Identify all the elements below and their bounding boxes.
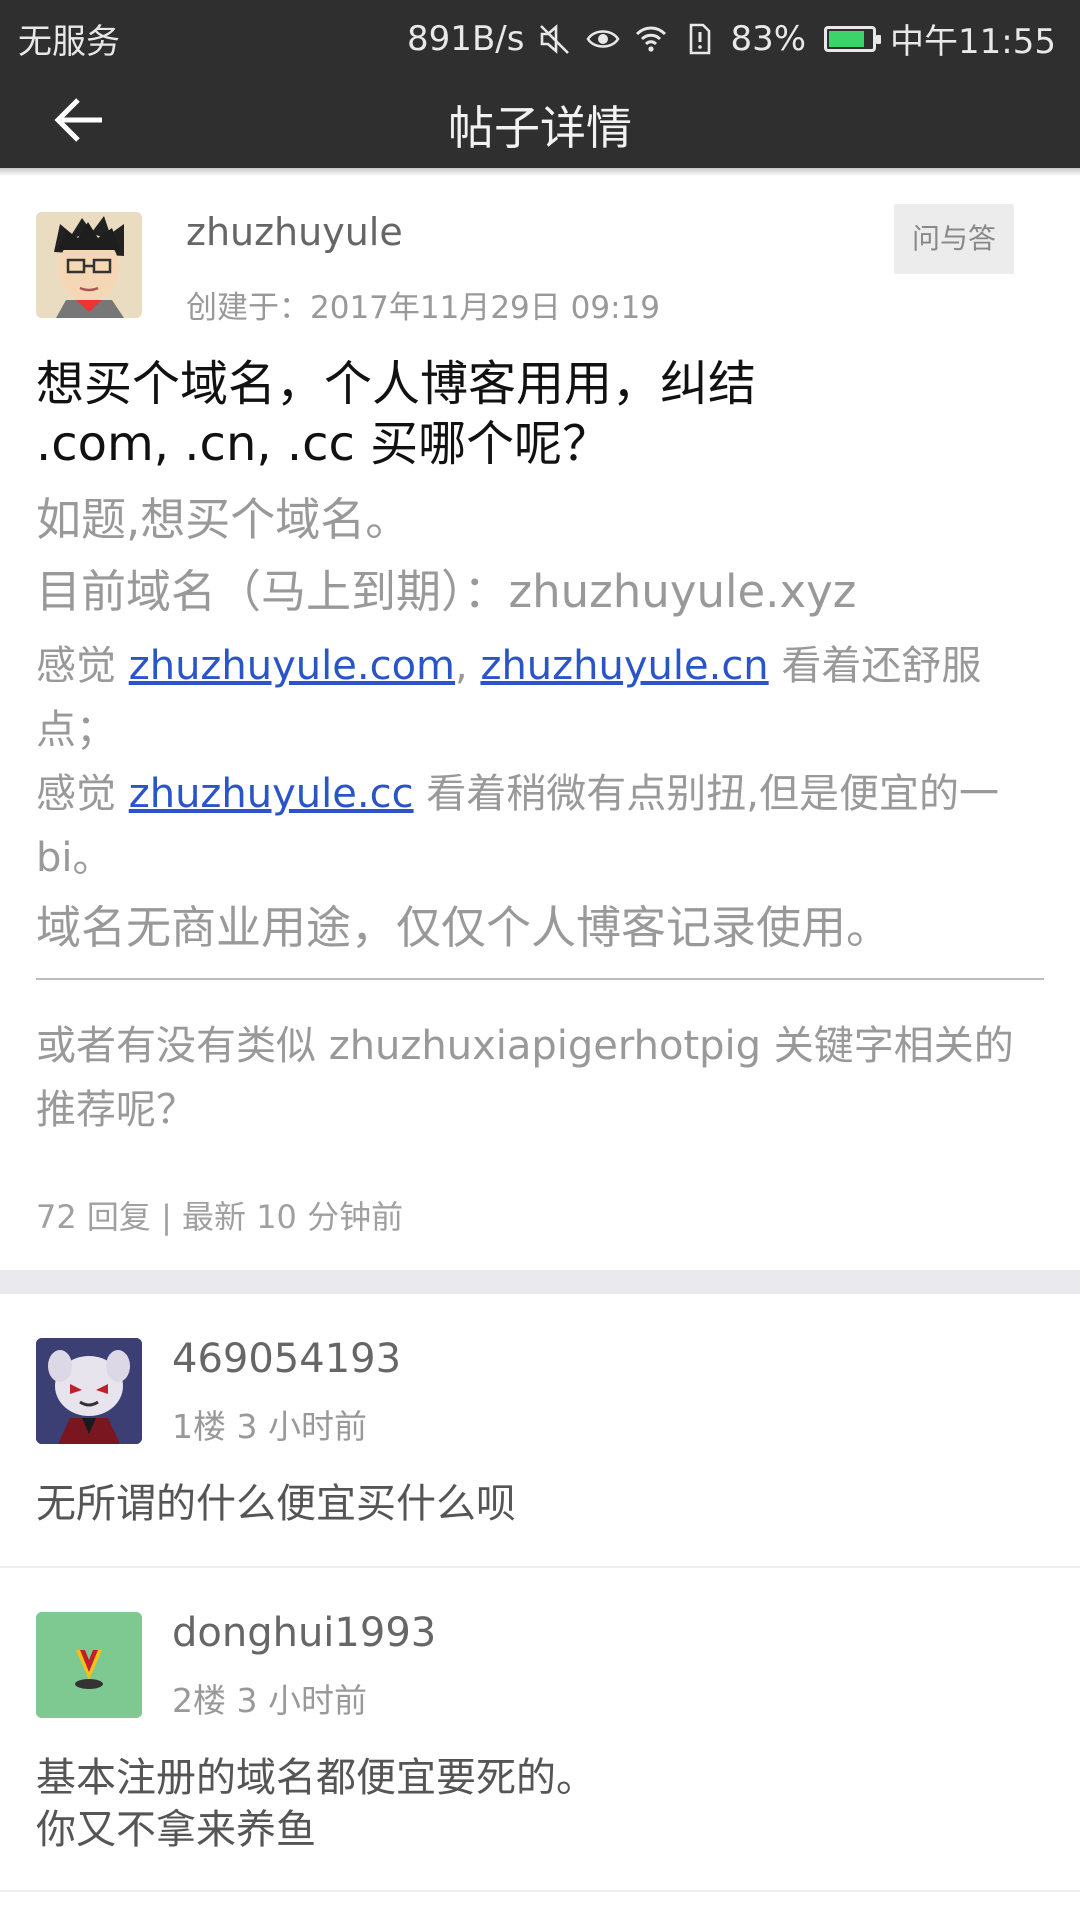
- post-created-time: 创建于：2017年11月29日 09:19: [186, 290, 660, 326]
- post-body-line: 或者有没有类似 zhuzhuxiapigerhotpig 关键字相关的推荐呢？: [36, 1023, 1014, 1133]
- avatar-medal-icon: [36, 1612, 142, 1718]
- reply-text: 基本注册的域名都便宜要死的。 你又不拿来养鱼: [36, 1752, 1036, 1856]
- author-avatar[interactable]: [36, 212, 142, 318]
- app-toolbar: 帖子详情: [0, 72, 1080, 168]
- category-tag[interactable]: 问与答: [894, 204, 1014, 274]
- text-span: 感觉: [36, 771, 129, 817]
- net-speed: 891B/s: [407, 18, 525, 59]
- reply-text: 无所谓的什么便宜买什么呗: [36, 1481, 516, 1527]
- reply-text-line: 基本注册的域名都便宜要死的。: [36, 1755, 596, 1801]
- toolbar-shadow: [0, 168, 1080, 176]
- reply-meta: 2楼 3 小时前: [172, 1681, 367, 1720]
- avatar-cartoon-icon: [36, 212, 142, 318]
- post-body-paragraph: 感觉 zhuzhuyule.cc 看着稍微有点别扭,但是便宜的一bi。: [36, 762, 1046, 890]
- reply-stats: 72 回复 | 最新 10 分钟前: [36, 1198, 404, 1236]
- eye-icon: [586, 29, 620, 48]
- section-separator: [0, 1270, 1080, 1294]
- avatar-character-icon: [36, 1338, 142, 1444]
- reply-divider: [0, 1890, 1080, 1892]
- divider: [36, 978, 1044, 980]
- post-body-line: 域名无商业用途，仅仅个人博客记录使用。: [36, 901, 892, 954]
- status-bar: 无服务 891B/s 83% 中午11:55: [0, 0, 1080, 72]
- reply-meta: 1楼 3 小时前: [172, 1407, 367, 1446]
- carrier-label: 无服务: [18, 22, 120, 62]
- reply-username[interactable]: donghui1993: [172, 1610, 436, 1656]
- reply-divider: [0, 1566, 1080, 1568]
- page-title: 帖子详情: [448, 101, 632, 155]
- sim-alert-icon: [690, 23, 711, 54]
- battery-fill: [829, 30, 865, 47]
- reply-avatar[interactable]: [36, 1612, 142, 1718]
- post-body-line: 如题,想买个域名。: [36, 493, 411, 546]
- post-body-line: 目前域名（马上到期）：zhuzhuyule.xyz: [36, 565, 857, 618]
- link-com[interactable]: zhuzhuyule.com: [129, 643, 455, 689]
- text-span: ,: [455, 643, 481, 689]
- post-title: 想买个域名，个人博客用用，纠结 .com, .cn, .cc 买哪个呢？: [36, 356, 757, 472]
- clock: 中午11:55: [890, 22, 1056, 62]
- post-body-paragraph: 感觉 zhuzhuyule.com, zhuzhuyule.cn 看着还舒服点；: [36, 634, 1046, 762]
- battery-percent: 83%: [730, 18, 807, 59]
- reply-username[interactable]: 469054193: [172, 1336, 401, 1382]
- battery-icon: [824, 25, 882, 52]
- link-cc[interactable]: zhuzhuyule.cc: [129, 771, 414, 817]
- author-name[interactable]: zhuzhuyule: [186, 210, 403, 254]
- link-cn[interactable]: zhuzhuyule.cn: [480, 643, 768, 689]
- reply-avatar[interactable]: [36, 1338, 142, 1444]
- wifi-icon: [636, 26, 667, 52]
- reply-text-line: 你又不拿来养鱼: [36, 1807, 316, 1853]
- mute-icon: [540, 23, 570, 54]
- text-span: 感觉: [36, 643, 129, 689]
